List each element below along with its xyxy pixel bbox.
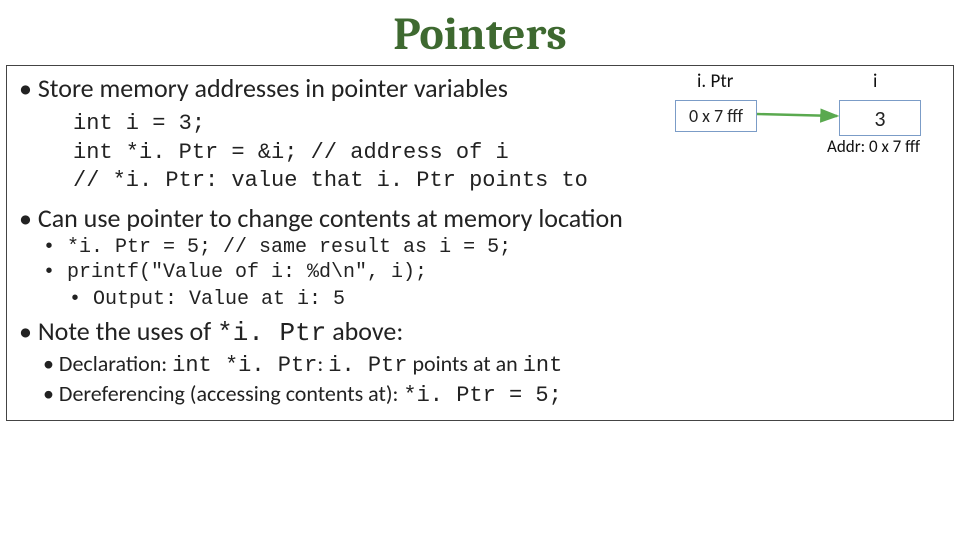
slide-title: Pointers bbox=[0, 8, 960, 61]
bullet-note-prefix: • Note the uses of bbox=[19, 315, 217, 347]
decl-code1: int *i. Ptr bbox=[172, 353, 317, 378]
decl-code3: int bbox=[523, 353, 563, 378]
slide: Pointers i. Ptr i 0 x 7 fff 3 Addr: 0 x … bbox=[0, 8, 960, 540]
deref-code: *i. Ptr = 5; bbox=[403, 383, 561, 408]
deref-prefix: • Dereferencing (accessing contents at): bbox=[43, 380, 403, 407]
pointer-arrow bbox=[667, 70, 933, 190]
decl-mid1: : bbox=[317, 350, 328, 377]
decl-prefix: • Declaration: bbox=[43, 350, 172, 377]
bullet-note-code: *i. Ptr bbox=[217, 318, 326, 348]
bullet-canuse: • Can use pointer to change contents at … bbox=[19, 202, 947, 234]
content-frame: i. Ptr i 0 x 7 fff 3 Addr: 0 x 7 fff • S… bbox=[6, 65, 954, 421]
bullet-note-suffix: above: bbox=[326, 315, 403, 347]
i-addr-label: Addr: 0 x 7 fff bbox=[827, 136, 920, 157]
bullet-note: • Note the uses of *i. Ptr above: bbox=[19, 315, 947, 348]
bullet-declaration: • Declaration: int *i. Ptr: i. Ptr point… bbox=[43, 350, 947, 378]
bullet-output: • Output: Value at i: 5 bbox=[69, 286, 947, 311]
bullet-assign: • *i. Ptr = 5; // same result as i = 5; bbox=[43, 236, 947, 259]
bullet-output-text: • Output: Value at i: 5 bbox=[69, 288, 345, 311]
decl-mid2: points at an bbox=[407, 350, 522, 377]
bullet-printf: • printf("Value of i: %d\n", i); bbox=[43, 261, 947, 284]
pointer-diagram: i. Ptr i 0 x 7 fff 3 Addr: 0 x 7 fff bbox=[667, 70, 933, 190]
bullet-deref: • Dereferencing (accessing contents at):… bbox=[43, 380, 947, 408]
decl-code2: i. Ptr bbox=[328, 353, 407, 378]
